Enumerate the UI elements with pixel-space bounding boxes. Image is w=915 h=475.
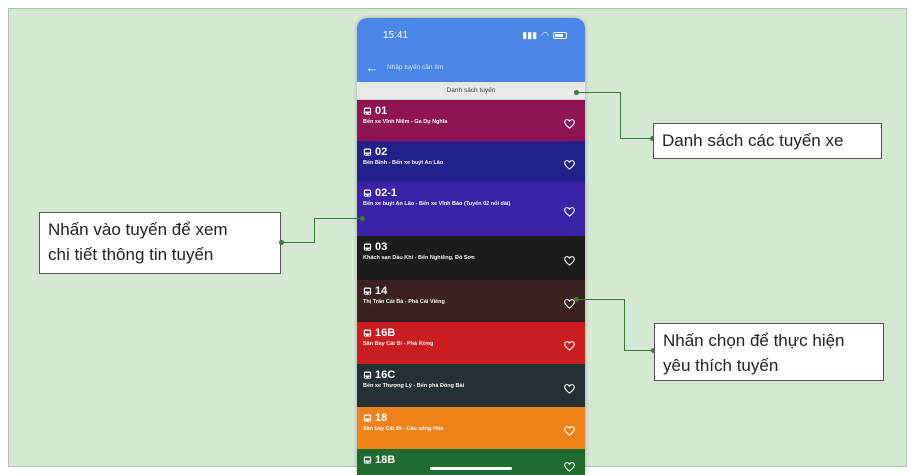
route-row[interactable]: 16B Sân Bay Cát Bi - Phà Rừng xyxy=(357,322,585,364)
connector-line xyxy=(315,218,363,219)
heart-icon[interactable] xyxy=(564,423,575,436)
bus-icon xyxy=(363,189,372,198)
bus-icon xyxy=(363,107,372,116)
callout-text: yêu thích tuyến xyxy=(663,356,779,375)
route-number: 14 xyxy=(375,285,388,297)
route-number: 01 xyxy=(375,105,388,117)
route-search-input[interactable] xyxy=(387,63,577,71)
phone-screen: 15:41 ▮▮▮ ◠ ← Danh sách tuyến 01 Bến xe V… xyxy=(357,18,585,475)
home-indicator[interactable] xyxy=(430,467,512,470)
battery-icon xyxy=(553,31,567,39)
status-time: 15:41 xyxy=(383,29,409,41)
status-icons: ▮▮▮ ◠ xyxy=(522,30,567,41)
route-description: Thị Trấn Cát Bà - Phà Cái Viềng xyxy=(363,299,445,305)
bus-icon xyxy=(363,414,372,423)
search-bar: ← xyxy=(357,52,585,82)
route-row[interactable]: 02-1 Bến xe buýt An Lão - Bến xe Vĩnh Bảo… xyxy=(357,182,585,236)
route-number: 16C xyxy=(375,369,396,381)
connector-line xyxy=(577,92,621,139)
heart-icon[interactable] xyxy=(564,157,575,170)
bus-icon xyxy=(363,287,372,296)
heart-icon[interactable] xyxy=(564,338,575,351)
route-description: Sân Bay Cát Bi - Phà Rừng xyxy=(363,341,434,347)
route-row[interactable]: 18 Sân bay Cát Bi - Cầu sông Hóa xyxy=(357,407,585,449)
heart-icon[interactable] xyxy=(564,253,575,266)
connector-line xyxy=(281,218,315,243)
route-code: 14 xyxy=(363,285,559,298)
route-number: 03 xyxy=(375,241,388,253)
heart-icon[interactable] xyxy=(564,204,575,217)
route-code: 16C xyxy=(363,369,559,382)
wifi-icon: ◠ xyxy=(541,29,549,40)
route-code: 01 xyxy=(363,105,559,118)
route-row[interactable]: 18B xyxy=(357,449,585,475)
route-number: 02 xyxy=(375,146,388,158)
route-row[interactable]: 01 Bến xe Vĩnh Niệm - Ga Dụ Nghĩa xyxy=(357,100,585,141)
route-description: Bến xe Thượng Lý - Bến phà Đồng Bài xyxy=(363,383,465,389)
route-row[interactable]: 03 Khách sạn Dầu Khí - Bến Nghiêng, Đồ Sơ… xyxy=(357,236,585,280)
route-description: Bến xe buýt An Lão - Bến xe Vĩnh Bảo (Tu… xyxy=(363,201,511,207)
route-row[interactable]: 02 Bến Bính - Bến xe buýt An Lão xyxy=(357,141,585,182)
callout-tap-route: Nhấn vào tuyến để xem chi tiết thông tin… xyxy=(39,212,281,274)
connector-line xyxy=(621,138,653,139)
route-number: 02-1 xyxy=(375,187,398,199)
callout-text: Nhấn vào tuyến để xem xyxy=(48,220,228,239)
callout-favorite: Nhấn chọn để thực hiện yêu thích tuyến xyxy=(654,323,884,381)
route-description: Khách sạn Dầu Khí - Bến Nghiêng, Đồ Sơn xyxy=(363,255,475,261)
bus-icon xyxy=(363,243,372,252)
heart-icon[interactable] xyxy=(564,459,575,472)
route-code: 02 xyxy=(363,146,559,159)
route-list: 01 Bến xe Vĩnh Niệm - Ga Dụ Nghĩa 02 Bến Bí… xyxy=(357,100,585,475)
route-description: Bến Bính - Bến xe buýt An Lão xyxy=(363,160,444,166)
bus-icon xyxy=(363,456,372,465)
bus-icon xyxy=(363,148,372,157)
bus-icon xyxy=(363,371,372,380)
callout-text: Nhấn chọn để thực hiện xyxy=(663,331,845,350)
route-code: 03 xyxy=(363,241,559,254)
route-number: 16B xyxy=(375,327,396,339)
arrow-left-icon[interactable]: ← xyxy=(365,61,379,74)
route-number: 18 xyxy=(375,412,388,424)
route-description: Bến xe Vĩnh Niệm - Ga Dụ Nghĩa xyxy=(363,119,448,125)
status-bar: 15:41 ▮▮▮ ◠ xyxy=(357,18,585,52)
connector-dot xyxy=(360,216,365,221)
callout-text: chi tiết thông tin tuyến xyxy=(48,245,214,264)
signal-icon: ▮▮▮ xyxy=(522,29,538,40)
route-code: 02-1 xyxy=(363,187,559,200)
bus-icon xyxy=(363,329,372,338)
route-number: 18B xyxy=(375,454,396,466)
route-list-header: Danh sách tuyến xyxy=(357,82,585,100)
heart-icon[interactable] xyxy=(564,381,575,394)
route-code: 16B xyxy=(363,327,559,340)
route-row[interactable]: 16C Bến xe Thượng Lý - Bến phà Đồng Bài xyxy=(357,364,585,407)
callout-text: Danh sách các tuyến xe xyxy=(662,131,844,150)
callout-route-list: Danh sách các tuyến xe xyxy=(653,123,882,159)
route-description: Sân bay Cát Bi - Cầu sông Hóa xyxy=(363,426,444,432)
route-code: 18B xyxy=(363,454,559,467)
route-code: 18 xyxy=(363,412,559,425)
connector-line xyxy=(577,299,625,351)
heart-icon[interactable] xyxy=(564,116,575,129)
route-row[interactable]: 14 Thị Trấn Cát Bà - Phà Cái Viềng xyxy=(357,280,585,322)
